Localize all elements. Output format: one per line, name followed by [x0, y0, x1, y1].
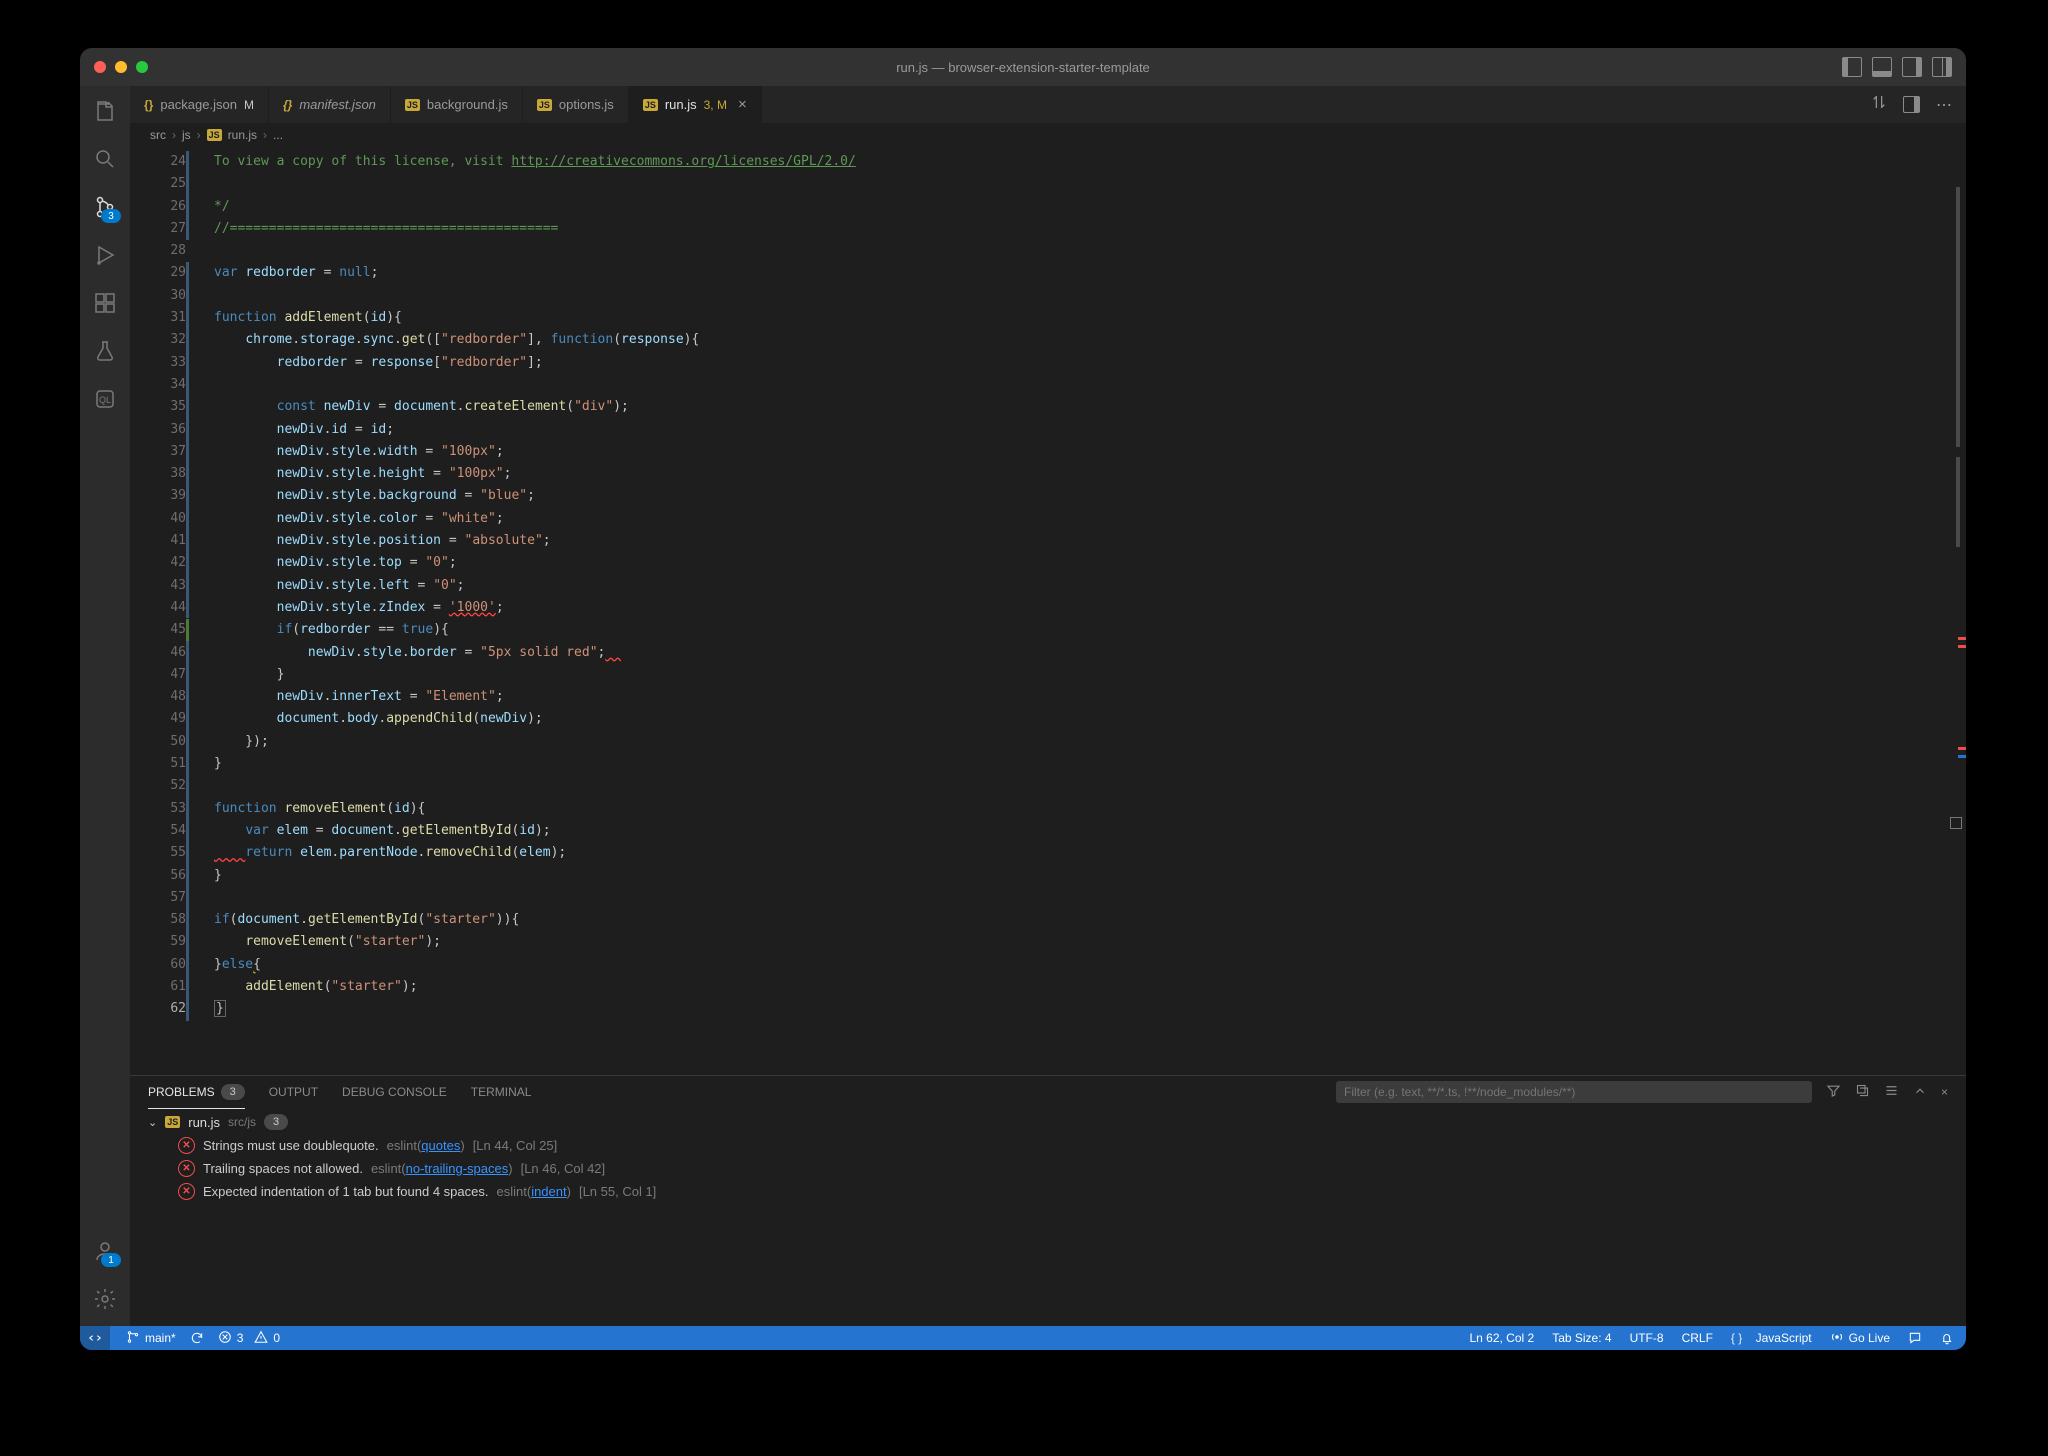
- scm-badge: 3: [101, 209, 121, 223]
- panel-tab-debug-console[interactable]: DEBUG CONSOLE: [342, 1076, 447, 1108]
- cursor-position-status[interactable]: Ln 62, Col 2: [1469, 1331, 1534, 1345]
- code-editor[interactable]: 2425262728293031323334353637383940414243…: [130, 147, 1966, 1075]
- chevron-right-icon: ›: [197, 128, 201, 142]
- problems-list: ⌄ JS run.js src/js 3 ✕Strings must use d…: [130, 1108, 1966, 1326]
- eslint-rule-link[interactable]: quotes: [421, 1138, 460, 1153]
- explorer-icon[interactable]: [92, 98, 118, 124]
- problems-filter-input[interactable]: [1336, 1081, 1812, 1103]
- tab-run-js[interactable]: JSrun.js3, M×: [629, 86, 762, 123]
- json-icon: {}: [283, 98, 292, 112]
- minimize-window-button[interactable]: [115, 61, 127, 73]
- source-control-icon[interactable]: 3: [92, 194, 118, 220]
- feedback-icon[interactable]: [1908, 1331, 1922, 1345]
- titlebar-layout-controls: [1842, 57, 1952, 77]
- collapse-all-icon[interactable]: [1855, 1083, 1870, 1101]
- error-icon: ✕: [178, 1160, 195, 1177]
- filter-icon[interactable]: [1826, 1083, 1841, 1101]
- notifications-bell-icon[interactable]: [1940, 1331, 1954, 1345]
- problems-count-badge: 3: [221, 1084, 245, 1100]
- titlebar: run.js — browser-extension-starter-templ…: [80, 48, 1966, 86]
- go-live-button[interactable]: Go Live: [1830, 1330, 1890, 1347]
- chevron-right-icon: ›: [172, 128, 176, 142]
- maximize-window-button[interactable]: [136, 61, 148, 73]
- tab-manifest-json[interactable]: {}manifest.json: [269, 86, 391, 123]
- editor-tabs: {}package.jsonM {}manifest.json JSbackgr…: [130, 86, 1966, 123]
- file-problem-count-badge: 3: [264, 1114, 288, 1130]
- bottom-panel: PROBLEMS3 OUTPUT DEBUG CONSOLE TERMINAL …: [130, 1075, 1966, 1326]
- overview-cursor-icon: [1950, 817, 1962, 829]
- accounts-icon[interactable]: 1: [92, 1238, 118, 1264]
- tab-background-js[interactable]: JSbackground.js: [391, 86, 523, 123]
- close-panel-icon[interactable]: ×: [1941, 1085, 1948, 1099]
- tab-package-json[interactable]: {}package.jsonM: [130, 86, 269, 123]
- view-as-list-icon[interactable]: [1884, 1083, 1899, 1101]
- indentation-status[interactable]: Tab Size: 4: [1552, 1331, 1611, 1345]
- vscode-window: run.js — browser-extension-starter-templ…: [80, 48, 1966, 1350]
- sync-changes-button[interactable]: [190, 1331, 204, 1345]
- chevron-down-icon: ⌄: [148, 1116, 157, 1129]
- language-mode-status[interactable]: { } JavaScript: [1731, 1331, 1812, 1345]
- toggle-secondary-sidebar-icon[interactable]: [1902, 57, 1922, 77]
- editor-group: {}package.jsonM {}manifest.json JSbackgr…: [130, 86, 1966, 1326]
- window-title: run.js — browser-extension-starter-templ…: [896, 60, 1150, 75]
- toggle-panel-icon[interactable]: [1872, 57, 1892, 77]
- problem-item[interactable]: ✕Strings must use doublequote. eslint(qu…: [148, 1134, 1948, 1157]
- remote-indicator[interactable]: [80, 1326, 110, 1350]
- extensions-icon[interactable]: [92, 290, 118, 316]
- search-icon[interactable]: [92, 146, 118, 172]
- panel-tab-terminal[interactable]: TERMINAL: [471, 1076, 532, 1108]
- js-icon: JS: [165, 1116, 180, 1128]
- traffic-lights: [94, 61, 148, 73]
- error-warning-status[interactable]: 3 0: [218, 1330, 280, 1347]
- tab-options-js[interactable]: JSoptions.js: [523, 86, 629, 123]
- eslint-rule-link[interactable]: no-trailing-spaces: [406, 1161, 509, 1176]
- js-icon: JS: [207, 129, 222, 141]
- code-content[interactable]: To view a copy of this license, visit ht…: [204, 147, 1940, 1075]
- svg-text:QL: QL: [99, 395, 111, 405]
- problem-item[interactable]: ✕Expected indentation of 1 tab but found…: [148, 1180, 1948, 1203]
- minimap[interactable]: [1940, 147, 1966, 1075]
- codeql-icon[interactable]: QL: [92, 386, 118, 412]
- json-icon: {}: [144, 98, 153, 112]
- gutter-change-markers: [186, 151, 189, 1075]
- eslint-rule-link[interactable]: indent: [531, 1184, 566, 1199]
- toggle-sidebar-icon[interactable]: [1842, 57, 1862, 77]
- more-actions-icon[interactable]: ⋯: [1936, 95, 1952, 115]
- panel-tab-output[interactable]: OUTPUT: [269, 1076, 318, 1108]
- panel-tab-problems[interactable]: PROBLEMS3: [148, 1076, 245, 1109]
- run-debug-icon[interactable]: [92, 242, 118, 268]
- problems-file-row[interactable]: ⌄ JS run.js src/js 3: [148, 1114, 1948, 1130]
- line-number-gutter: 2425262728293031323334353637383940414243…: [130, 147, 204, 1075]
- js-icon: JS: [405, 99, 420, 111]
- accounts-badge: 1: [101, 1253, 121, 1267]
- close-tab-icon[interactable]: ×: [738, 96, 747, 113]
- git-branch-status[interactable]: main*: [126, 1330, 176, 1347]
- activity-bar: 3 QL 1: [80, 86, 130, 1326]
- compare-changes-icon[interactable]: [1871, 94, 1887, 115]
- error-icon: ✕: [178, 1183, 195, 1200]
- split-editor-icon[interactable]: [1903, 96, 1920, 113]
- breadcrumb[interactable]: src› js› JSrun.js› ...: [130, 123, 1966, 147]
- close-window-button[interactable]: [94, 61, 106, 73]
- maximize-panel-icon[interactable]: [1913, 1084, 1927, 1101]
- status-bar: main* 3 0 Ln 62, Col 2 Tab Size: 4 UTF-8…: [80, 1326, 1966, 1350]
- settings-gear-icon[interactable]: [92, 1286, 118, 1312]
- problem-item[interactable]: ✕Trailing spaces not allowed. eslint(no-…: [148, 1157, 1948, 1180]
- encoding-status[interactable]: UTF-8: [1630, 1331, 1664, 1345]
- js-icon: JS: [643, 99, 658, 111]
- panel-tabs: PROBLEMS3 OUTPUT DEBUG CONSOLE TERMINAL …: [130, 1076, 1966, 1108]
- testing-icon[interactable]: [92, 338, 118, 364]
- js-icon: JS: [537, 99, 552, 111]
- error-icon: ✕: [178, 1137, 195, 1154]
- customize-layout-icon[interactable]: [1932, 57, 1952, 77]
- eol-status[interactable]: CRLF: [1682, 1331, 1713, 1345]
- chevron-right-icon: ›: [263, 128, 267, 142]
